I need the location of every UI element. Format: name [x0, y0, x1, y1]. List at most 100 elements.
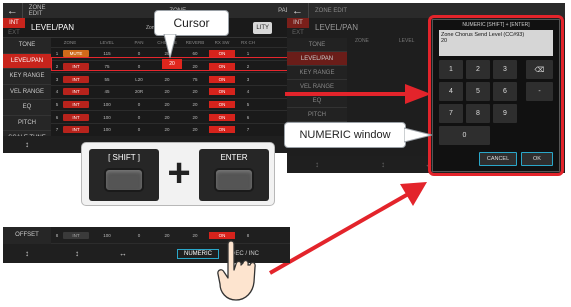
cell-reverb[interactable]: 20	[181, 89, 209, 94]
bottom-sw-cell: ON	[209, 231, 235, 239]
cell-rx-ch[interactable]: 1	[235, 51, 261, 56]
zone-tag[interactable]: INT	[63, 88, 89, 96]
rx-sw-toggle[interactable]: ON	[209, 88, 235, 96]
table-row[interactable]: 5 INT 100 0 20 20 ON 5	[51, 99, 290, 112]
cell-rx-ch[interactable]: 3	[235, 77, 261, 82]
zone-tag-cell: INT	[63, 101, 89, 109]
rx-sw-toggle[interactable]: ON	[209, 101, 235, 109]
shift-key[interactable]	[104, 168, 144, 192]
right-ext-button[interactable]: EXT	[287, 28, 309, 38]
zone-tag[interactable]: INT	[63, 75, 89, 83]
cell-chorus[interactable]: 20	[153, 127, 181, 132]
cell-pan[interactable]: 0	[125, 102, 153, 107]
bottom-scroll-vertical-icon[interactable]: ↕	[3, 249, 51, 258]
table-row[interactable]: 6 INT 100 0 20 20 ON 6	[51, 111, 290, 125]
sidebar-item-pitch[interactable]: PITCH	[3, 115, 51, 131]
table-row[interactable]: 4 INT 45 20R 20 20 ON 4	[51, 86, 290, 99]
cell-pan[interactable]: 0	[125, 51, 153, 56]
cell-rx-ch[interactable]: 7	[235, 127, 261, 132]
backspace-icon: ⌫	[534, 66, 545, 74]
numeric-key-3[interactable]: 3	[493, 60, 517, 79]
right-sidebar-item-pitch[interactable]: PITCH	[287, 108, 347, 122]
right-sidebar-item-key-range[interactable]: KEY RANGE	[287, 66, 347, 80]
backspace-key[interactable]: ⌫	[526, 60, 553, 79]
bottom-sw[interactable]: ON	[209, 231, 235, 239]
cell-reverb[interactable]: 60	[181, 51, 209, 56]
cell-pan[interactable]: 0	[125, 115, 153, 120]
cell-level[interactable]: 55	[89, 77, 125, 82]
cell-pan[interactable]: 0	[125, 127, 153, 132]
cursor-callout: Cursor	[154, 10, 229, 36]
right-scroll-vertical-icon-2[interactable]: ↕	[381, 160, 385, 169]
sidebar-item-key-range[interactable]: KEY RANGE	[3, 69, 51, 85]
left-topbar: ← ZONE EDIT ZONE PAD	[3, 3, 290, 18]
cell-chorus[interactable]: 20	[153, 89, 181, 94]
zone-tag[interactable]: INT	[63, 113, 89, 121]
sidebar-item-tone[interactable]: TONE	[3, 38, 51, 54]
numeric-key-4[interactable]: 4	[439, 82, 463, 101]
rx-sw-toggle[interactable]: ON	[209, 126, 235, 134]
rx-sw-cell: ON	[209, 101, 235, 109]
numeric-key-8[interactable]: 8	[466, 104, 490, 123]
zone-number: 4	[55, 89, 59, 95]
minus-key[interactable]: -	[526, 82, 553, 101]
numeric-key-0[interactable]: 0	[439, 126, 490, 145]
zone-tag[interactable]: INT	[63, 101, 89, 109]
zone-tag[interactable]: INT	[63, 126, 89, 134]
back-arrow-icon[interactable]: ←	[3, 3, 23, 18]
cell-reverb[interactable]: 20	[181, 102, 209, 107]
sidebar-item-level-pan[interactable]: LEVEL/PAN	[3, 53, 51, 69]
bottom-offset-label[interactable]: OFFSET	[3, 227, 51, 244]
scroll-vertical-icon[interactable]: ↕	[3, 140, 51, 149]
cell-reverb[interactable]: 20	[181, 127, 209, 132]
cell-level[interactable]: 100	[89, 127, 125, 132]
int-button[interactable]: INT	[3, 18, 25, 28]
cell-level[interactable]: 45	[89, 89, 125, 94]
cell-pan[interactable]: 20R	[125, 89, 153, 94]
cell-rx-ch[interactable]: 6	[235, 115, 261, 120]
right-back-arrow-icon[interactable]: ←	[287, 3, 309, 18]
right-sidebar-item-tone[interactable]: TONE	[287, 38, 347, 52]
rx-sw-toggle[interactable]: ON	[209, 75, 235, 83]
cell-chorus[interactable]: 20	[153, 77, 181, 82]
numeric-keypad: 1 2 3 4 5 6 7 8 9 0 ⌫ - CANCEL OK	[433, 56, 559, 176]
numeric-key-2[interactable]: 2	[466, 60, 490, 79]
cell-rx-ch[interactable]: 5	[235, 102, 261, 107]
numeric-key-1[interactable]: 1	[439, 60, 463, 79]
column-header-rx-sw: RX SW	[214, 40, 230, 45]
bottom-scroll-horizontal-icon[interactable]: ↔	[119, 249, 127, 258]
enter-key[interactable]	[214, 168, 254, 192]
right-scroll-vertical-icon[interactable]: ↕	[287, 160, 347, 169]
bottom-reverb: 20	[192, 232, 198, 238]
table-row[interactable]: 7 INT 100 0 20 20 ON 7	[51, 124, 290, 137]
ok-button[interactable]: OK	[521, 152, 553, 166]
cell-chorus[interactable]: 20	[153, 102, 181, 107]
cell-reverb[interactable]: 20	[181, 115, 209, 120]
ext-button[interactable]: EXT	[3, 28, 25, 38]
sidebar-item-eq[interactable]: EQ	[3, 100, 51, 116]
cell-chorus[interactable]: 20	[153, 115, 181, 120]
left-screen-title: ZONE EDIT	[28, 4, 46, 17]
cell-level[interactable]: 100	[89, 115, 125, 120]
cell-rx-ch[interactable]: 4	[235, 89, 261, 94]
numeric-key-9[interactable]: 9	[493, 104, 517, 123]
table-row[interactable]: 3 INT 55 L20 20 75 ON 3	[51, 73, 290, 87]
right-sidebar-item-level-pan[interactable]: LEVEL/PAN	[287, 52, 347, 66]
right-int-button[interactable]: INT	[287, 18, 309, 28]
shift-key-panel: [ SHIFT ]	[89, 149, 159, 201]
cancel-button[interactable]: CANCEL	[479, 152, 517, 166]
numeric-key-6[interactable]: 6	[493, 82, 517, 101]
rx-sw-toggle[interactable]: ON	[209, 113, 235, 121]
cell-level[interactable]: 100	[89, 102, 125, 107]
bottom-level: 100	[103, 232, 111, 238]
bottom-ch: 8	[246, 232, 250, 238]
cell-reverb[interactable]: 75	[181, 77, 209, 82]
utility-button[interactable]: LITY	[253, 22, 273, 34]
cell-level[interactable]: 115	[89, 51, 125, 56]
numeric-key-7[interactable]: 7	[439, 104, 463, 123]
sidebar-item-vel-range[interactable]: VEL RANGE	[3, 84, 51, 100]
zone-number: 3	[55, 76, 59, 82]
numeric-key-5[interactable]: 5	[466, 82, 490, 101]
bottom-scroll-vertical-icon-2[interactable]: ↕	[75, 249, 79, 258]
cell-pan[interactable]: L20	[125, 77, 153, 82]
